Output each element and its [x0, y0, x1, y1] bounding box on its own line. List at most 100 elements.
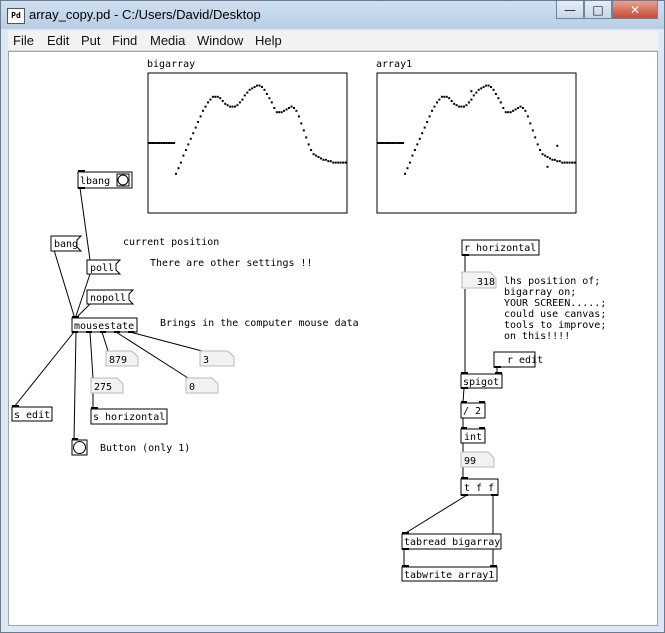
- array1-point: [416, 143, 419, 146]
- array1-point: [472, 94, 475, 97]
- array1-point: [531, 129, 534, 132]
- number-318-value: 318: [477, 277, 495, 288]
- bigarray-point: [204, 105, 207, 108]
- array1-point: [563, 161, 566, 164]
- window-title: array_copy.pd - C:/Users/David/Desktop: [29, 7, 261, 22]
- bigarray-point: [248, 88, 251, 91]
- menu-file[interactable]: File: [13, 33, 34, 48]
- array1-point: [467, 101, 470, 104]
- int-label: int: [464, 432, 482, 443]
- tabread-label: tabread bigarray: [404, 537, 500, 548]
- array1-point: [453, 102, 456, 105]
- array1-point: [443, 95, 446, 98]
- array1-point: [423, 126, 426, 129]
- s-horizontal-label: s horizontal: [93, 412, 165, 423]
- array1-point: [411, 154, 414, 157]
- bigarray-point: [256, 84, 259, 87]
- bigarray-point: [258, 84, 261, 87]
- title-bar[interactable]: Pd array_copy.pd - C:/Users/David/Deskto…: [1, 1, 664, 29]
- array1-point: [494, 93, 497, 95]
- bigarray-point: [337, 161, 340, 164]
- bigarray-point: [278, 111, 281, 114]
- bigarray-point: [216, 95, 219, 98]
- bigarray-point: [305, 136, 308, 139]
- nopoll-message-label: nopoll: [90, 293, 126, 304]
- divide-label: / 2: [463, 406, 481, 417]
- bigarray-point: [312, 153, 315, 156]
- array1-point: [428, 115, 431, 118]
- comment-button-only: Button (only 1): [100, 443, 190, 454]
- graph-bigarray[interactable]: [147, 72, 348, 214]
- array1-point: [539, 149, 542, 151]
- array1-outlier-point: [470, 90, 473, 93]
- array1-point: [455, 104, 458, 107]
- menu-media[interactable]: Media: [150, 33, 185, 48]
- menu-window[interactable]: Window: [197, 33, 243, 48]
- bigarray-point: [155, 142, 158, 144]
- menu-find[interactable]: Find: [112, 33, 137, 48]
- bigarray-point: [339, 161, 342, 164]
- array1-point: [566, 161, 569, 164]
- array1-outlier-point: [546, 165, 549, 168]
- array1-point: [401, 142, 405, 144]
- bigarray-point: [261, 86, 263, 88]
- array1-point: [492, 88, 495, 91]
- bigarray-point: [300, 122, 303, 125]
- array1-point: [556, 160, 559, 163]
- bigarray-point: [280, 111, 283, 114]
- maximize-button[interactable]: □: [584, 1, 612, 19]
- bigarray-point: [251, 87, 254, 90]
- pd-patch-window: Pd array_copy.pd - C:/Users/David/Deskto…: [0, 0, 665, 633]
- bigarray-point: [253, 86, 256, 88]
- array1-point: [512, 109, 515, 112]
- array1-outlier-point: [556, 144, 559, 147]
- array1-point: [384, 142, 387, 144]
- comment-lhs-line-6: on this!!!!: [504, 331, 570, 342]
- array1-point: [546, 156, 549, 158]
- bigarray-point: [165, 142, 168, 144]
- bigarray-point: [295, 109, 298, 112]
- array1-point: [529, 122, 532, 125]
- graph-array1[interactable]: [376, 72, 577, 214]
- bigarray-point: [229, 105, 232, 108]
- bigarray-point: [162, 142, 166, 144]
- bigarray-point: [194, 126, 197, 129]
- bigarray-point: [285, 108, 288, 111]
- bigarray-point: [177, 167, 180, 170]
- comment-other-settings: There are other settings !!: [150, 258, 313, 269]
- minimize-button[interactable]: —: [556, 1, 584, 19]
- array1-point: [413, 149, 416, 151]
- bang-circle-icon: [73, 441, 86, 454]
- connections: [13, 187, 498, 567]
- array1-point: [465, 104, 468, 107]
- bigarray-point: [199, 115, 202, 118]
- bigarray-point: [327, 160, 330, 163]
- patch-canvas[interactable]: bigarray array1 lbang bang current posit…: [8, 51, 658, 626]
- array1-point: [458, 105, 461, 108]
- array1-point: [445, 95, 448, 98]
- bigarray-point: [175, 172, 177, 175]
- bigarray-point: [214, 95, 217, 98]
- bigarray-point: [307, 143, 310, 146]
- menu-put[interactable]: Put: [81, 33, 101, 48]
- array1-point: [418, 137, 421, 140]
- bigarray-point: [157, 142, 161, 144]
- close-button[interactable]: ✕: [612, 1, 658, 19]
- pd-app-icon: Pd: [7, 8, 25, 24]
- bigarray-point: [202, 109, 204, 112]
- bigarray-point: [219, 97, 222, 100]
- array1-point: [436, 101, 438, 104]
- array1-point: [568, 161, 571, 164]
- bigarray-point: [243, 94, 246, 97]
- bigarray-point: [231, 105, 234, 108]
- menu-edit[interactable]: Edit: [47, 33, 69, 48]
- comment-current-position: current position: [123, 237, 219, 248]
- array1-point: [509, 111, 512, 114]
- bigarray-point: [324, 158, 327, 161]
- comment-lhs-line-3: YOUR SCREEN.....;: [504, 298, 606, 309]
- array1-point: [391, 142, 395, 144]
- bigarray-point: [184, 149, 187, 151]
- menu-help[interactable]: Help: [255, 33, 282, 48]
- bigarray-point: [334, 161, 337, 164]
- array1-point: [426, 121, 429, 123]
